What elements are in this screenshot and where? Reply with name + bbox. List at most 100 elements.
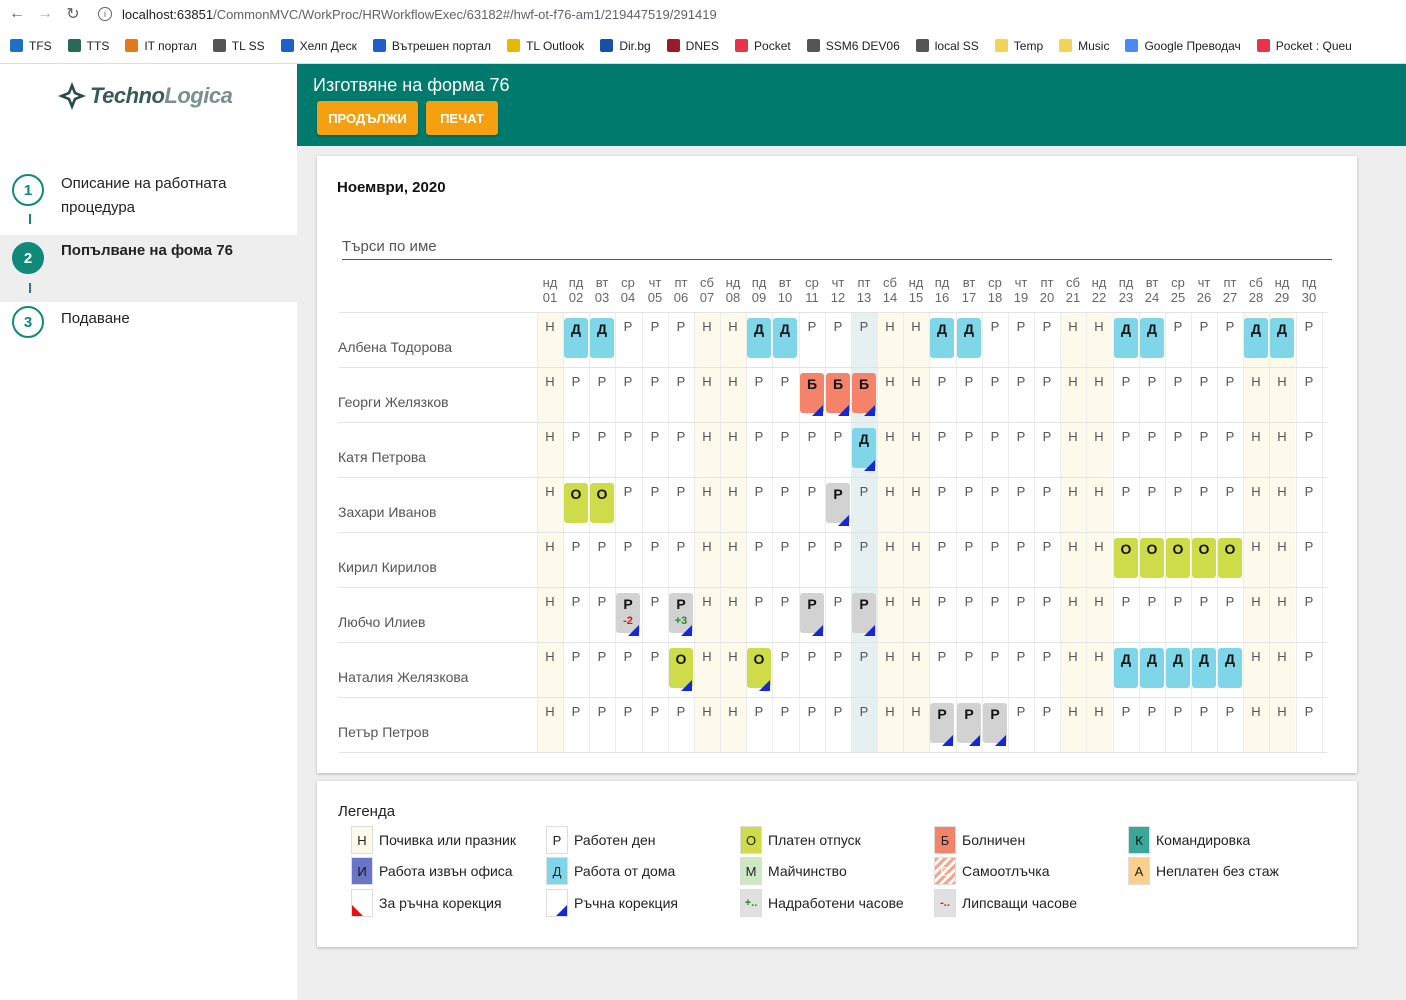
day-cell[interactable]: Н: [720, 314, 746, 369]
day-cell[interactable]: Н: [537, 369, 563, 424]
day-cell[interactable]: Р: [1296, 589, 1322, 644]
day-cell[interactable]: Р: [982, 424, 1008, 479]
day-cell[interactable]: Р: [1165, 314, 1191, 369]
bookmark-item[interactable]: TL Outlook: [507, 39, 584, 53]
day-cell[interactable]: Р: [799, 314, 825, 369]
day-cell[interactable]: Н: [694, 424, 720, 479]
bookmark-item[interactable]: TL SS: [212, 39, 265, 53]
day-cell[interactable]: Д: [929, 314, 955, 369]
day-cell[interactable]: Р: [825, 534, 851, 589]
day-cell[interactable]: Н: [903, 699, 929, 754]
day-cell[interactable]: Н: [537, 314, 563, 369]
day-cell[interactable]: Р: [1165, 369, 1191, 424]
employee-name[interactable]: Георги Желязков: [338, 367, 537, 422]
day-cell[interactable]: Р: [746, 589, 772, 644]
day-cell[interactable]: Р: [1165, 699, 1191, 754]
day-cell[interactable]: Н: [877, 424, 903, 479]
day-cell[interactable]: О: [1191, 534, 1217, 589]
day-cell[interactable]: Р: [1191, 424, 1217, 479]
day-cell[interactable]: Р: [746, 424, 772, 479]
day-cell[interactable]: Р: [642, 534, 668, 589]
day-cell[interactable]: Р: [799, 424, 825, 479]
day-cell[interactable]: Н: [903, 589, 929, 644]
day-cell[interactable]: Р: [1217, 479, 1243, 534]
day-cell[interactable]: Р: [1296, 369, 1322, 424]
day-cell[interactable]: Н: [1086, 534, 1112, 589]
day-cell[interactable]: Н: [1086, 479, 1112, 534]
day-cell[interactable]: Р: [668, 534, 694, 589]
day-cell[interactable]: Д: [956, 314, 982, 369]
day-cell[interactable]: Р: [1008, 699, 1034, 754]
day-cell[interactable]: Д: [772, 314, 798, 369]
day-cell[interactable]: Р: [956, 369, 982, 424]
day-cell[interactable]: Н: [694, 589, 720, 644]
day-cell[interactable]: Н: [537, 479, 563, 534]
day-cell[interactable]: Р: [1217, 424, 1243, 479]
bookmark-item[interactable]: IT портал: [125, 39, 197, 53]
day-cell[interactable]: Н: [1060, 589, 1086, 644]
day-cell[interactable]: Р: [1191, 589, 1217, 644]
day-cell[interactable]: Н: [903, 369, 929, 424]
day-cell[interactable]: Р: [982, 644, 1008, 699]
day-cell[interactable]: Н: [720, 644, 746, 699]
day-cell[interactable]: Р: [1008, 369, 1034, 424]
day-cell[interactable]: Н: [694, 644, 720, 699]
day-cell[interactable]: Д: [1139, 314, 1165, 369]
day-cell[interactable]: Н: [1243, 534, 1269, 589]
day-cell[interactable]: Н: [1060, 644, 1086, 699]
employee-name[interactable]: Кирил Кирилов: [338, 532, 537, 587]
search-input[interactable]: [342, 234, 1332, 260]
bookmark-item[interactable]: Вътрешен портал: [372, 39, 491, 53]
day-cell[interactable]: О: [1139, 534, 1165, 589]
day-cell[interactable]: Р: [1034, 314, 1060, 369]
day-cell[interactable]: Д: [589, 314, 615, 369]
day-cell[interactable]: Н: [720, 479, 746, 534]
day-cell[interactable]: Н: [694, 479, 720, 534]
day-cell[interactable]: Д: [1113, 314, 1139, 369]
day-cell[interactable]: Н: [1269, 369, 1295, 424]
day-cell[interactable]: Р: [982, 534, 1008, 589]
day-cell[interactable]: Н: [1243, 644, 1269, 699]
day-cell[interactable]: Р: [1217, 369, 1243, 424]
day-cell[interactable]: Р: [799, 589, 825, 644]
day-cell[interactable]: Д: [563, 314, 589, 369]
day-cell[interactable]: О: [1113, 534, 1139, 589]
day-cell[interactable]: Н: [1086, 699, 1112, 754]
day-cell[interactable]: Р: [929, 699, 955, 754]
day-cell[interactable]: Р: [851, 314, 877, 369]
day-cell[interactable]: Р: [929, 479, 955, 534]
day-cell[interactable]: Р -2: [615, 589, 641, 644]
day-cell[interactable]: Н: [694, 534, 720, 589]
day-cell[interactable]: Р: [956, 534, 982, 589]
day-cell[interactable]: Р: [982, 589, 1008, 644]
day-cell[interactable]: Р: [1191, 479, 1217, 534]
day-cell[interactable]: Р: [1139, 479, 1165, 534]
day-cell[interactable]: Р: [746, 369, 772, 424]
day-cell[interactable]: О: [589, 479, 615, 534]
day-cell[interactable]: Р: [1008, 479, 1034, 534]
day-cell[interactable]: Р: [1217, 314, 1243, 369]
day-cell[interactable]: Р: [746, 479, 772, 534]
step-1[interactable]: 1 Описание на работната процедура: [0, 172, 297, 230]
day-cell[interactable]: Р: [589, 644, 615, 699]
day-cell[interactable]: Р: [563, 644, 589, 699]
day-cell[interactable]: Р: [1113, 479, 1139, 534]
day-cell[interactable]: Р: [799, 534, 825, 589]
day-cell[interactable]: Р: [825, 699, 851, 754]
day-cell[interactable]: Р: [1165, 424, 1191, 479]
day-cell[interactable]: Б: [851, 369, 877, 424]
day-cell[interactable]: Р: [772, 534, 798, 589]
reload-icon[interactable]: ↻: [62, 3, 84, 25]
day-cell[interactable]: Р: [589, 699, 615, 754]
bookmark-item[interactable]: DNES: [666, 39, 719, 53]
day-cell[interactable]: Р: [1034, 534, 1060, 589]
day-cell[interactable]: Р: [956, 644, 982, 699]
day-cell[interactable]: О: [1165, 534, 1191, 589]
day-cell[interactable]: О: [1217, 534, 1243, 589]
bookmark-item[interactable]: local SS: [915, 39, 979, 53]
employee-name[interactable]: Петър Петров: [338, 697, 537, 752]
day-cell[interactable]: Д: [1165, 644, 1191, 699]
day-cell[interactable]: Н: [720, 424, 746, 479]
day-cell[interactable]: Н: [537, 589, 563, 644]
day-cell[interactable]: Р: [1008, 314, 1034, 369]
